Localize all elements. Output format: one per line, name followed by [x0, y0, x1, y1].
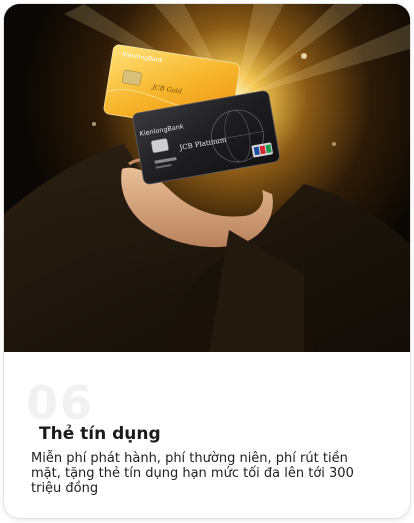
- feature-description: Miễn phí phát hành, phí thường niên, phí…: [31, 451, 354, 496]
- feature-title: Thẻ tín dụng: [39, 424, 161, 444]
- feature-content: 06 Thẻ tín dụng Miễn phí phát hành, phí …: [4, 352, 410, 518]
- hero-image: KienlongBank JCB Gold KienlongBank JCB P…: [4, 4, 410, 352]
- feature-card: KienlongBank JCB Gold KienlongBank JCB P…: [4, 4, 410, 518]
- feature-number: 06: [26, 376, 95, 430]
